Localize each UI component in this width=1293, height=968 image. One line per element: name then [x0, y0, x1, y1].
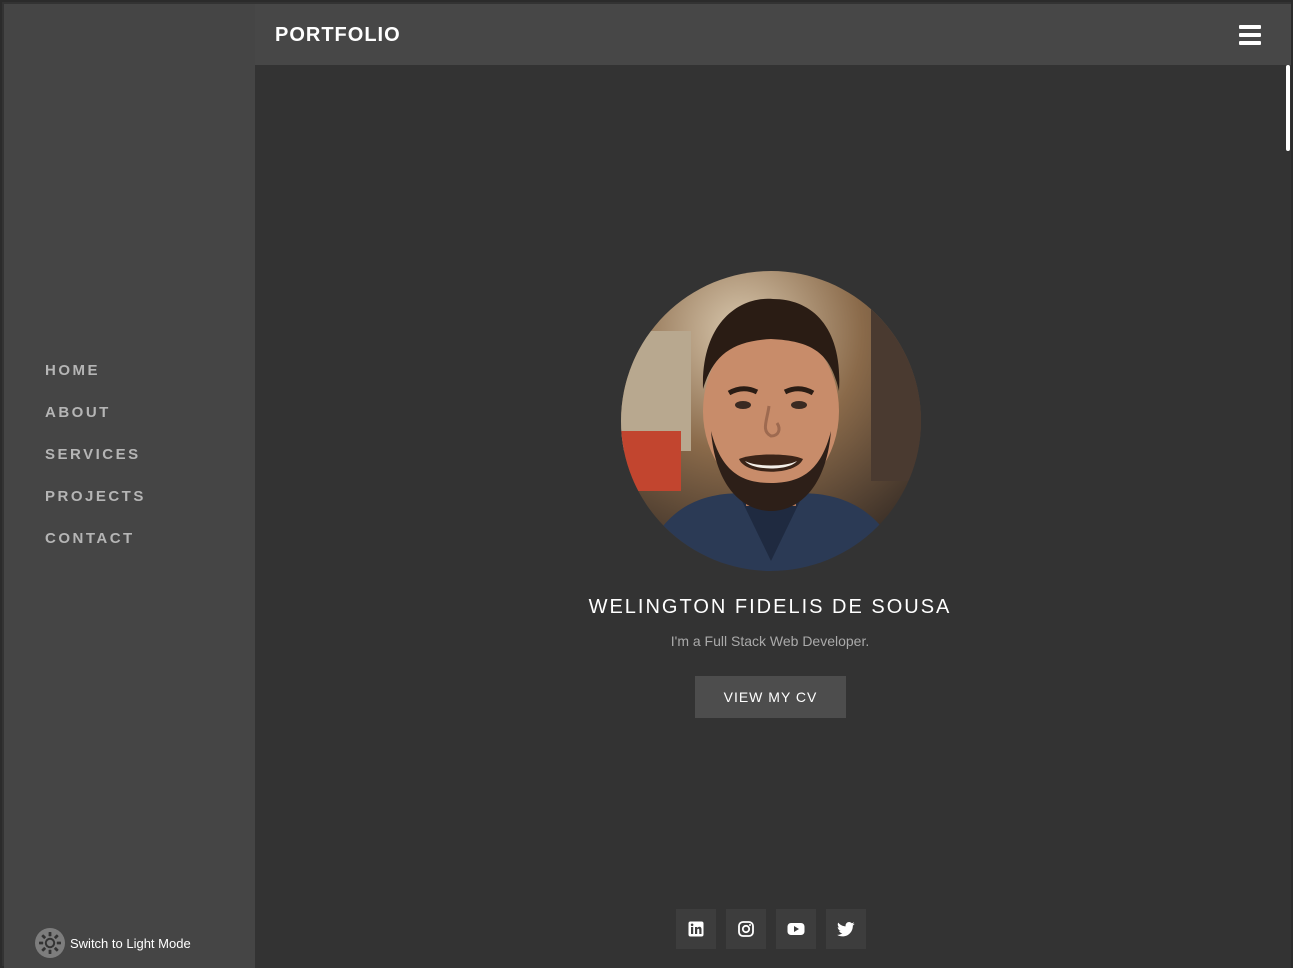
- hero-name: WELINGTON FIDELIS DE SOUSA: [588, 596, 952, 618]
- app-window: HOME ABOUT SERVICES PROJECTS CONTACT Swi…: [0, 0, 1293, 968]
- linkedin-icon[interactable]: [676, 909, 716, 949]
- sidebar-item-services[interactable]: SERVICES: [45, 445, 146, 487]
- twitter-icon[interactable]: [826, 909, 866, 949]
- sidebar-item-contact[interactable]: CONTACT: [45, 529, 146, 571]
- sidebar-item-projects[interactable]: PROJECTS: [45, 487, 146, 529]
- light-mode-label[interactable]: Switch to Light Mode: [70, 936, 191, 951]
- sidebar-nav: HOME ABOUT SERVICES PROJECTS CONTACT: [45, 361, 146, 571]
- brand-title[interactable]: PORTFOLIO: [275, 24, 401, 46]
- hamburger-menu-icon[interactable]: [1239, 25, 1261, 45]
- profile-photo: [621, 271, 921, 571]
- sidebar: HOME ABOUT SERVICES PROJECTS CONTACT Swi…: [4, 4, 255, 968]
- scrollbar-thumb[interactable]: [1286, 65, 1290, 151]
- sun-icon[interactable]: [35, 928, 65, 958]
- light-mode-toggle[interactable]: Switch to Light Mode: [35, 928, 191, 958]
- sidebar-item-home[interactable]: HOME: [45, 361, 146, 403]
- top-bar: PORTFOLIO: [255, 4, 1291, 65]
- view-cv-button[interactable]: VIEW MY CV: [695, 676, 846, 718]
- instagram-icon[interactable]: [726, 909, 766, 949]
- hero-section: WELINGTON FIDELIS DE SOUSA I'm a Full St…: [255, 65, 1291, 968]
- sidebar-item-about[interactable]: ABOUT: [45, 403, 146, 445]
- hero-tagline: I'm a Full Stack Web Developer.: [670, 633, 870, 649]
- youtube-icon[interactable]: [776, 909, 816, 949]
- social-links: [676, 909, 876, 949]
